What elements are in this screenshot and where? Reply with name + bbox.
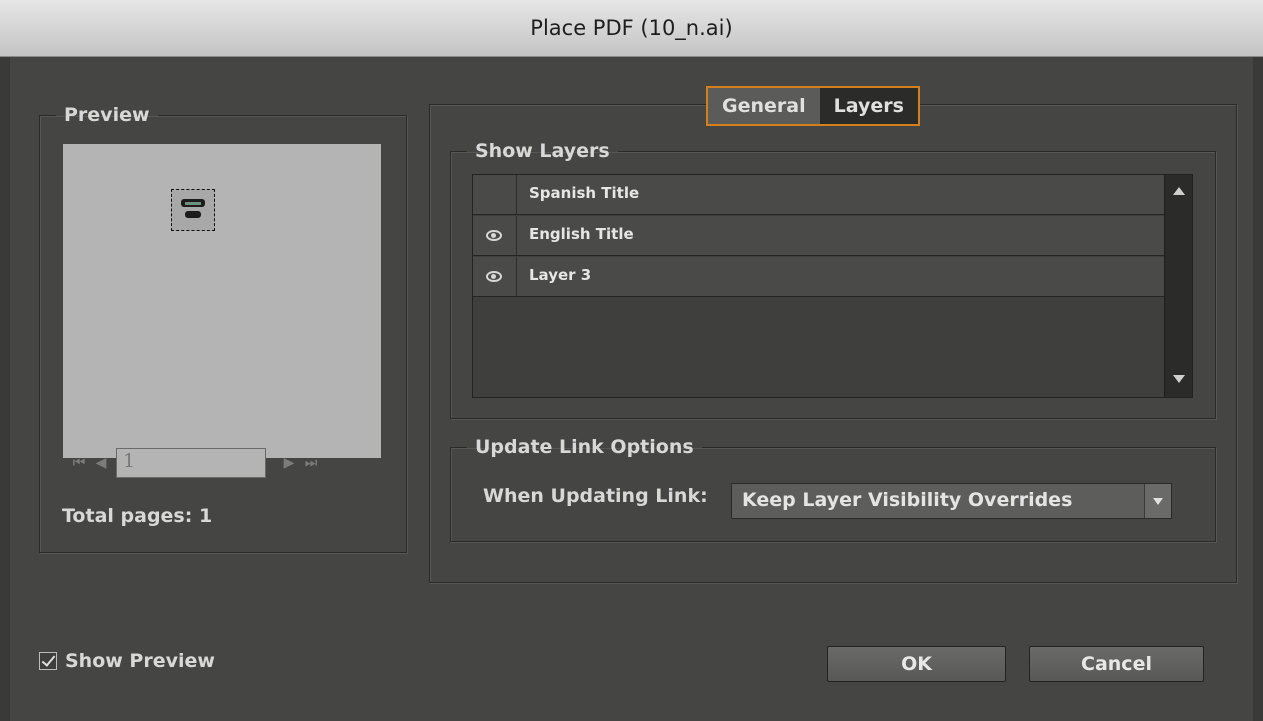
scroll-down-icon[interactable] [1173, 375, 1185, 383]
visibility-toggle[interactable] [473, 216, 517, 255]
tab-general[interactable]: General [708, 88, 820, 124]
first-page-icon[interactable]: ⏮ [68, 455, 90, 471]
show-preview-label: Show Preview [65, 650, 215, 672]
last-page-icon[interactable]: ⏭ [300, 455, 322, 471]
layers-scrollbar[interactable] [1164, 175, 1192, 397]
layers-list: Spanish Title English Title Layer 3 [472, 174, 1193, 398]
eye-icon [486, 230, 502, 241]
layer-name: Spanish Title [529, 184, 640, 202]
checkmark-icon[interactable] [39, 652, 57, 670]
update-link-legend: Update Link Options [475, 436, 694, 458]
layer-row-layer-3[interactable]: Layer 3 [473, 257, 1166, 297]
show-preview-checkbox[interactable]: Show Preview [39, 650, 215, 672]
scroll-up-icon[interactable] [1173, 187, 1185, 195]
tab-layers[interactable]: Layers [819, 88, 918, 124]
update-link-select[interactable]: Keep Layer Visibility Overrides [731, 483, 1172, 519]
when-updating-link-label: When Updating Link: [483, 485, 708, 507]
update-link-value: Keep Layer Visibility Overrides [742, 489, 1073, 511]
layer-row-spanish-title[interactable]: Spanish Title [473, 175, 1166, 215]
visibility-toggle[interactable] [473, 175, 517, 214]
previous-page-icon[interactable]: ◀ [90, 455, 112, 471]
window-title-bar: Place PDF (10_n.ai) [0, 0, 1263, 57]
artwork-thumbnail [171, 189, 215, 231]
layer-name: Layer 3 [529, 266, 592, 284]
layer-row-english-title[interactable]: English Title [473, 216, 1166, 256]
visibility-toggle[interactable] [473, 257, 517, 296]
preview-thumbnail-area [63, 144, 381, 458]
next-page-icon[interactable]: ▶ [278, 455, 300, 471]
chevron-down-icon[interactable] [1144, 484, 1171, 518]
eye-icon [486, 271, 502, 282]
window-title: Place PDF (10_n.ai) [530, 16, 733, 40]
page-number-field[interactable]: 1 [116, 448, 266, 478]
ok-button[interactable]: OK [827, 646, 1006, 682]
page-navigator: ⏮ ◀ 1 ▶ ⏭ [68, 447, 322, 479]
total-pages-label: Total pages: 1 [62, 505, 213, 527]
tab-bar: General Layers [706, 86, 920, 126]
layer-name: English Title [529, 225, 634, 243]
show-layers-legend: Show Layers [475, 140, 610, 162]
cancel-button[interactable]: Cancel [1029, 646, 1204, 682]
preview-legend: Preview [64, 104, 150, 126]
